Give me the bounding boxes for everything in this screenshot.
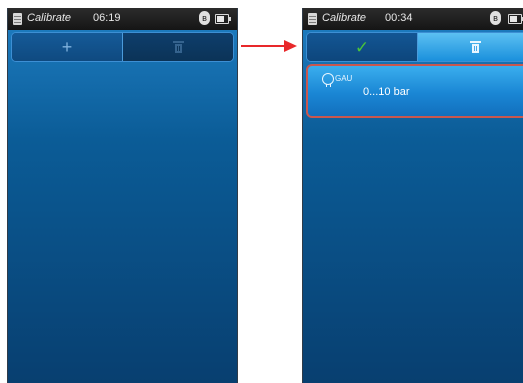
app-title: Calibrate <box>322 12 367 24</box>
battery-icon <box>215 14 231 24</box>
device-range-label: 0...10 bar <box>363 86 410 98</box>
battery-icon <box>508 14 523 24</box>
add-button[interactable]: + <box>12 33 122 61</box>
clock: 00:34 <box>385 12 413 24</box>
document-icon <box>308 13 317 25</box>
device-type-label: GAU <box>335 74 353 83</box>
document-icon <box>13 13 22 25</box>
right-arrow-icon <box>241 45 286 47</box>
status-bar: Calibrate 00:34 ʙ <box>303 8 523 30</box>
toolbar: ✓ <box>306 32 523 62</box>
confirm-button[interactable]: ✓ <box>307 33 417 61</box>
device-list-item[interactable]: GAU 0...10 bar <box>306 64 523 118</box>
toolbar: + <box>11 32 234 62</box>
bluetooth-icon: ʙ <box>199 11 210 25</box>
delete-button-disabled[interactable] <box>123 33 233 61</box>
delete-button[interactable] <box>418 33 523 61</box>
trash-icon <box>470 41 481 53</box>
status-bar: Calibrate 06:19 ʙ <box>8 8 237 30</box>
arrow-head <box>284 40 297 52</box>
clock: 06:19 <box>93 12 121 24</box>
device-screen-empty: Calibrate 06:19 ʙ + <box>7 8 238 383</box>
trash-icon <box>172 41 184 53</box>
plus-icon: + <box>61 37 73 57</box>
bulb-icon <box>322 73 334 87</box>
device-screen-selected: Calibrate 00:34 ʙ ✓ GAU 0...10 bar <box>302 8 523 383</box>
bluetooth-icon: ʙ <box>490 11 501 25</box>
check-icon: ✓ <box>354 37 370 57</box>
app-title: Calibrate <box>27 12 72 24</box>
